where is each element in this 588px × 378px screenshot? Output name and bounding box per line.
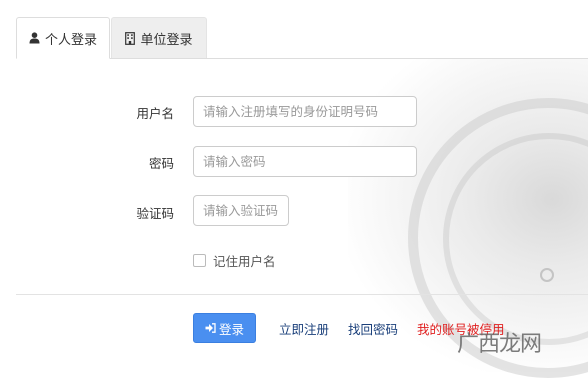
username-label: 用户名 <box>136 106 174 121</box>
recover-password-link[interactable]: 找回密码 <box>348 319 398 338</box>
login-label: 登录 <box>218 321 244 337</box>
remember-username[interactable]: 记住用户名 <box>193 251 276 270</box>
remember-label: 记住用户名 <box>213 254 276 269</box>
register-link[interactable]: 立即注册 <box>279 319 329 338</box>
captcha-label: 验证码 <box>136 206 174 221</box>
user-icon <box>29 32 40 44</box>
remember-checkbox[interactable] <box>193 254 206 267</box>
tab-unit-label: 单位登录 <box>140 32 193 48</box>
captcha-input[interactable] <box>193 195 289 226</box>
divider <box>16 294 588 295</box>
building-icon <box>125 31 136 45</box>
sign-in-icon <box>205 323 216 333</box>
tab-unit-login[interactable]: 单位登录 <box>111 17 207 58</box>
watermark: 广西龙网 <box>457 332 542 357</box>
tab-personal-login[interactable]: 个人登录 <box>16 17 110 59</box>
username-input[interactable] <box>193 96 417 127</box>
password-input[interactable] <box>193 146 417 177</box>
login-button[interactable]: 登录 <box>193 313 256 343</box>
password-label: 密码 <box>148 156 174 171</box>
tab-personal-label: 个人登录 <box>44 32 97 48</box>
login-tabs: 个人登录 单位登录 <box>16 17 588 59</box>
